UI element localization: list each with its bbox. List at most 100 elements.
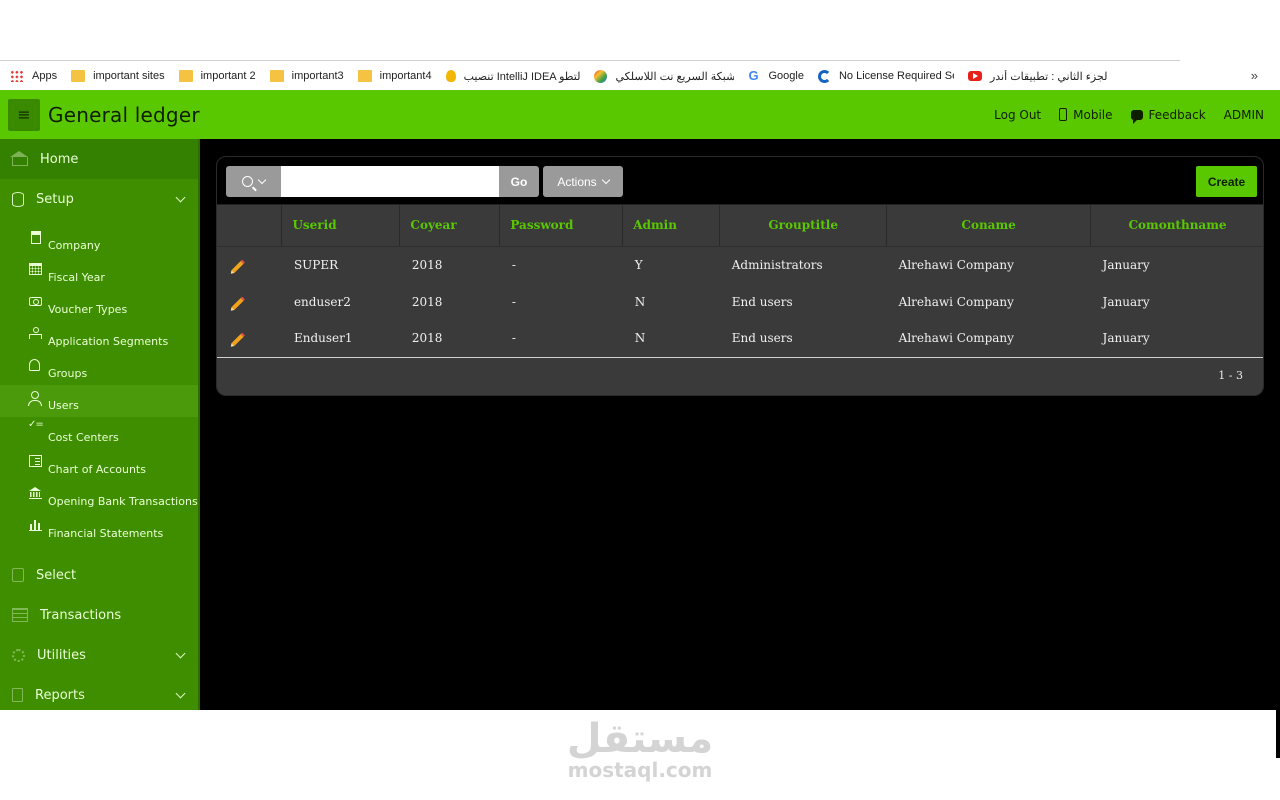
actions-button[interactable]: Actions <box>543 166 623 197</box>
sidebar: Home Setup Company Fiscal Year Voucher T… <box>0 139 198 710</box>
edit-cell[interactable] <box>217 246 282 283</box>
sidebar-item-home[interactable]: Home <box>0 139 198 179</box>
cell-coyear: 2018 <box>399 283 500 320</box>
cell-comonthname: January <box>1090 283 1263 320</box>
edit-pencil-icon[interactable] <box>231 334 244 347</box>
gear-icon <box>12 648 25 662</box>
bank-icon <box>29 487 42 499</box>
sidebar-item-fiscal-year[interactable]: Fiscal Year <box>0 257 198 289</box>
c-logo-icon <box>817 69 831 83</box>
sidebar-item-groups[interactable]: Groups <box>0 353 198 385</box>
cell-coname: Alrehawi Company <box>886 320 1091 358</box>
chat-bubble-icon <box>1130 109 1143 124</box>
chevron-down-icon <box>257 175 267 185</box>
column-header-comonthname[interactable]: Comonthname <box>1090 205 1263 247</box>
google-icon: G <box>748 70 759 82</box>
go-button[interactable]: Go <box>499 166 539 197</box>
cell-password: - <box>499 320 623 358</box>
edit-cell[interactable] <box>217 283 282 320</box>
browser-divider <box>0 60 1180 61</box>
main-content: Go Actions Create Userid Coyear Password… <box>200 139 1280 710</box>
bookmark-google[interactable]: G Google <box>748 70 803 82</box>
sidebar-item-transactions[interactable]: Transactions <box>0 595 198 635</box>
home-icon <box>10 151 28 166</box>
sidebar-item-chart-of-accounts[interactable]: Chart of Accounts <box>0 449 198 481</box>
sidebar-item-users[interactable]: Users <box>0 385 198 417</box>
mobile-icon <box>1059 108 1068 121</box>
sidebar-item-opening-bank-transactions[interactable]: Opening Bank Transactions <box>0 481 198 513</box>
cell-password: - <box>499 246 623 283</box>
column-header-admin[interactable]: Admin <box>622 205 721 247</box>
feedback-link[interactable]: Feedback <box>1130 108 1206 124</box>
sidebar-item-select[interactable]: Select <box>0 555 198 595</box>
cell-comonthname: January <box>1090 246 1263 283</box>
menu-toggle-button[interactable]: ≡ <box>8 98 40 131</box>
list-icon <box>12 568 24 582</box>
folder-icon <box>178 70 193 82</box>
cell-grouptitle: End users <box>719 320 887 358</box>
checklist-icon <box>28 419 43 435</box>
ledger-icon <box>29 455 42 467</box>
sidebar-item-reports[interactable]: Reports <box>0 675 198 715</box>
cell-comonthname: January <box>1090 320 1263 358</box>
bookmark-no-license[interactable]: No License Required Se <box>817 69 954 83</box>
column-header-grouptitle[interactable]: Grouptitle <box>719 205 888 247</box>
sidebar-item-setup[interactable]: Setup <box>0 179 198 219</box>
sidebar-item-financial-statements[interactable]: Financial Statements <box>0 513 198 545</box>
hierarchy-icon <box>29 327 42 339</box>
cell-admin: N <box>622 320 720 358</box>
bookmarks-overflow-icon[interactable]: » <box>1251 68 1258 83</box>
column-header-coyear[interactable]: Coyear <box>399 205 501 247</box>
users-group-icon <box>29 359 40 371</box>
watermark-logo-latin: mostaql.com <box>567 758 713 782</box>
money-icon <box>29 297 42 306</box>
bookmark-important-2[interactable]: important 2 <box>178 70 256 82</box>
pagination-info: 1 - 3 <box>1218 369 1243 382</box>
bar-chart-icon <box>29 519 42 531</box>
logout-link[interactable]: Log Out <box>994 108 1041 122</box>
column-header-password[interactable]: Password <box>499 205 624 247</box>
bookmark-youtube-android[interactable]: الجزء الثاني : تطبيقات أندر <box>967 70 1108 83</box>
table-row: enduser2 2018 - N End users Alrehawi Com… <box>217 283 1263 320</box>
cell-userid: Enduser1 <box>281 320 400 358</box>
create-button[interactable]: Create <box>1196 166 1257 197</box>
app-header: ≡ General ledger Log Out Mobile Feedback… <box>0 90 1280 139</box>
edit-pencil-icon[interactable] <box>231 297 244 310</box>
folder-icon <box>71 70 86 82</box>
folder-icon <box>357 70 372 82</box>
cell-admin: N <box>622 283 720 320</box>
bookmark-important3[interactable]: important3 <box>269 70 344 82</box>
cell-userid: SUPER <box>281 246 400 283</box>
bookmark-wireless-network[interactable]: شبكة السريع نت اللاسلكي <box>594 69 734 83</box>
search-input[interactable] <box>281 166 499 197</box>
column-header-coname[interactable]: Coname <box>886 205 1092 247</box>
sidebar-item-voucher-types[interactable]: Voucher Types <box>0 289 198 321</box>
chevron-down-icon <box>175 192 186 203</box>
sidebar-item-application-segments[interactable]: Application Segments <box>0 321 198 353</box>
table-row: Enduser1 2018 - N End users Alrehawi Com… <box>217 320 1263 358</box>
cell-coyear: 2018 <box>399 246 500 283</box>
apps-grid-icon <box>10 70 24 82</box>
edit-pencil-icon[interactable] <box>231 260 244 273</box>
sidebar-item-company[interactable]: Company <box>0 225 198 257</box>
screen: Apps important sites important 2 importa… <box>0 0 1280 800</box>
chevron-down-icon <box>175 648 186 659</box>
users-table: Userid Coyear Password Admin Grouptitle … <box>217 205 1263 358</box>
users-report-region: Go Actions Create Userid Coyear Password… <box>216 156 1264 396</box>
search-column-button[interactable] <box>226 166 281 197</box>
calendar-icon <box>29 263 42 275</box>
column-header-userid[interactable]: Userid <box>281 205 401 247</box>
mobile-link[interactable]: Mobile <box>1059 108 1113 122</box>
bookmark-intellij[interactable]: تنصيب IntelliJ IDEA لتطو <box>445 70 580 83</box>
user-menu[interactable]: ADMIN <box>1224 108 1264 122</box>
edit-cell[interactable] <box>217 320 282 358</box>
bookmark-apps[interactable]: Apps <box>10 70 57 82</box>
cell-grouptitle: Administrators <box>719 246 887 283</box>
globe-icon <box>594 69 608 83</box>
bookmark-important4[interactable]: important4 <box>357 70 432 82</box>
bookmark-important-sites[interactable]: important sites <box>71 70 165 82</box>
sidebar-item-cost-centers[interactable]: Cost Centers <box>0 417 198 449</box>
sidebar-item-utilities[interactable]: Utilities <box>0 635 198 675</box>
chevron-down-icon <box>175 688 186 699</box>
database-icon <box>12 191 24 207</box>
